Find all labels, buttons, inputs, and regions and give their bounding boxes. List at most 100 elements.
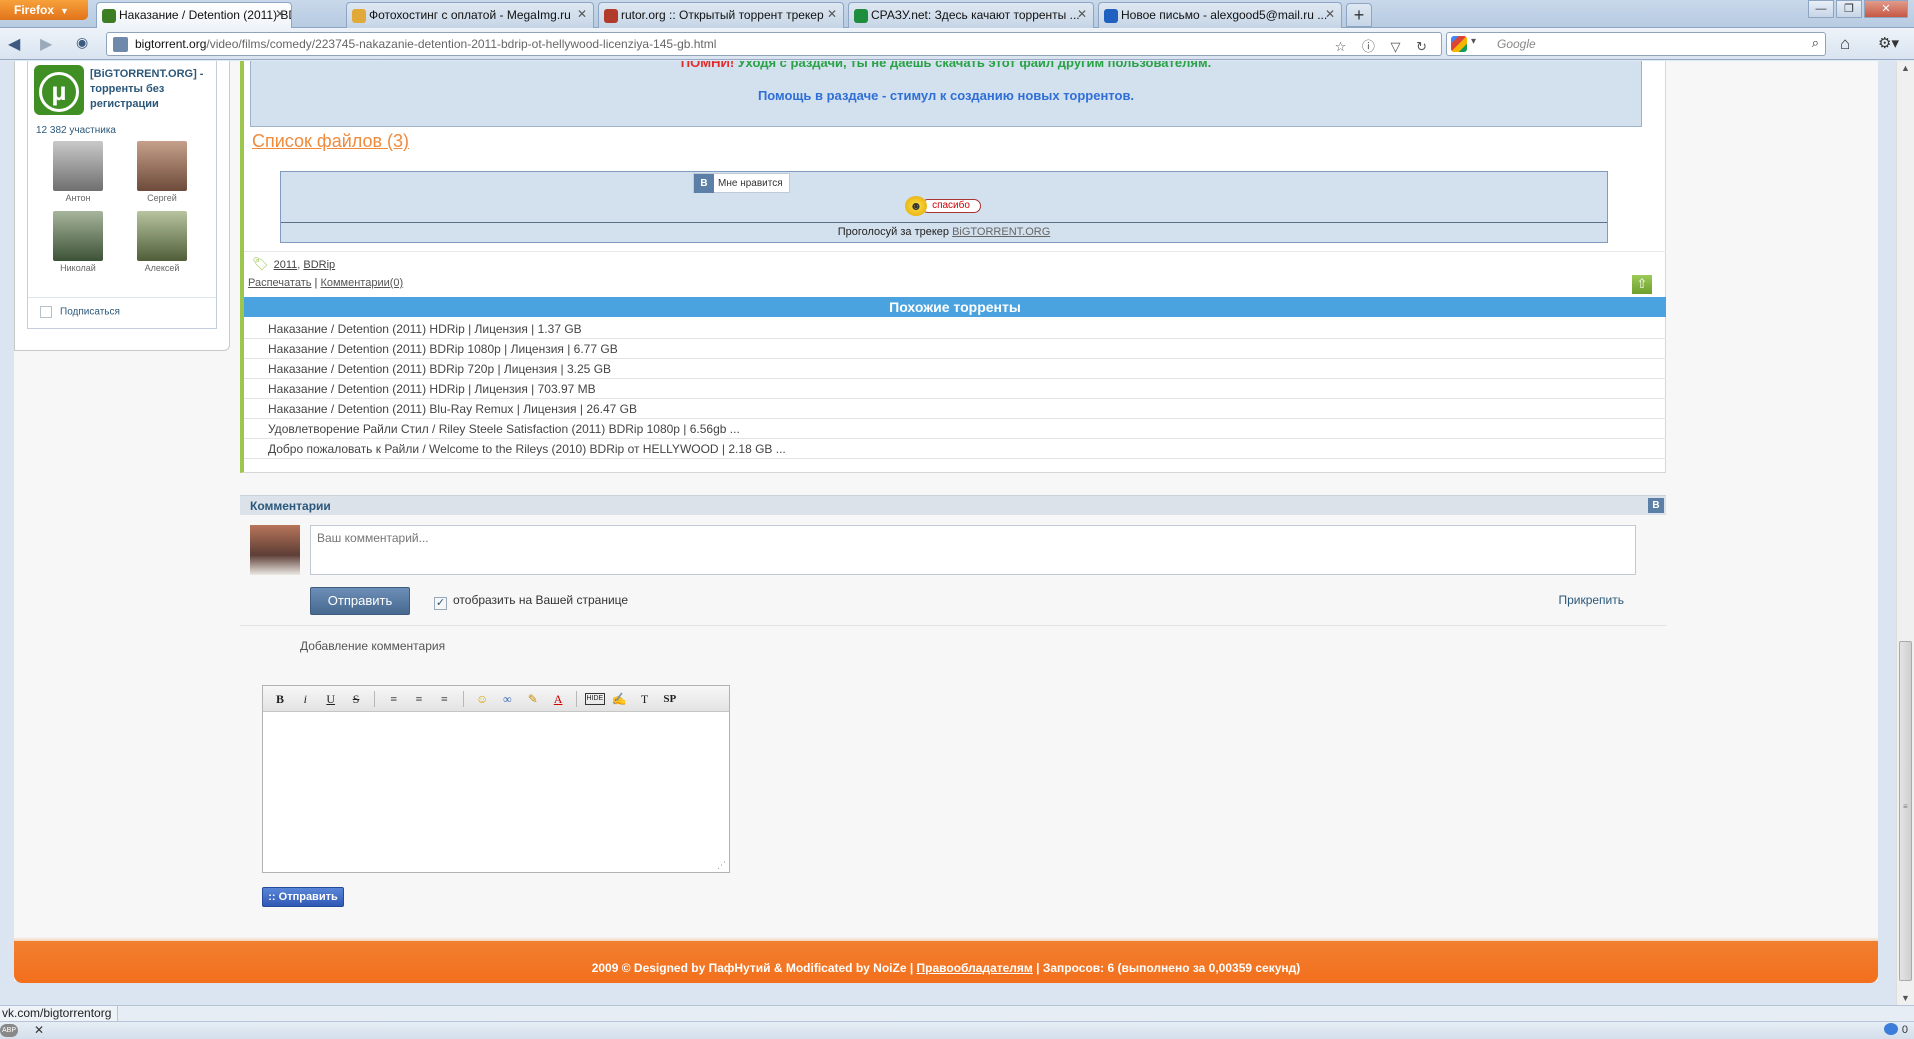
underline-icon[interactable]: U [320,690,342,708]
forward-icon[interactable]: ▶ [40,34,52,54]
new-tab-button[interactable]: + [1346,3,1372,27]
strikethrough-icon[interactable]: S [345,690,367,708]
add-comment-title: Добавление комментария [300,639,446,653]
close-icon[interactable]: ✕ [275,7,285,21]
scrollbar-thumb[interactable]: ≡ [1899,641,1912,981]
scroll-up-icon[interactable]: ⇧ [1632,275,1652,294]
divider [462,691,464,707]
align-right-icon[interactable]: ≡ [433,690,455,708]
link-icon[interactable]: ∞ [496,690,518,708]
subscribe-checkbox[interactable]: Подписаться [28,297,216,318]
window-close-button[interactable]: ✕ [1864,0,1908,18]
url-bar-icons[interactable]: ☆ ⓘ ▽ ↻ [1335,36,1433,55]
chevron-down-icon: ▼ [60,6,69,16]
url-host: bigtorrent.org [135,37,207,51]
tag-link[interactable]: BDRip [303,259,335,271]
search-placeholder: Google [1497,37,1536,51]
address-bar[interactable]: bigtorrent.org/video/films/comedy/223745… [106,32,1442,56]
close-icon[interactable]: ✕ [34,1023,44,1037]
firefox-menu-button[interactable]: Firefox ▼ [0,0,88,20]
url-path: /video/films/comedy/223745-nakazanie-det… [206,37,717,51]
tab-rutor[interactable]: rutor.org :: Открытый торрент трекер ✕ [598,2,844,28]
checkmark-icon[interactable]: ✓ [434,597,447,610]
checkbox-icon[interactable] [40,306,52,318]
vk-like-label: Мне нравится [718,178,783,189]
tab-label: Наказание / Detention (2011) BDRip ... [119,8,291,22]
list-item[interactable]: Наказание / Detention (2011) HDRip | Лиц… [244,379,1666,399]
vk-group-title[interactable]: [BiGTORRENT.ORG] - торренты без регистра… [90,67,210,112]
chevron-down-icon[interactable]: ▾ [1471,36,1476,47]
vk-icon[interactable]: В [1648,498,1664,513]
text-icon[interactable]: T [634,690,656,708]
close-icon[interactable]: ✕ [1325,7,1335,21]
comments-link[interactable]: Комментарии(0) [320,277,403,289]
search-icon[interactable]: ⌕ [1812,35,1819,51]
image-icon[interactable]: ✍ [608,690,630,708]
thanks-button[interactable]: спасибо ☻ [905,196,981,216]
tag-link[interactable]: 2011 [274,259,298,271]
editor-textarea[interactable] [263,712,729,872]
list-item[interactable]: Наказание / Detention (2011) HDRip | Лиц… [244,319,1666,339]
tab-mail[interactable]: Новое письмо - alexgood5@mail.ru ... ✕ [1098,2,1342,28]
align-center-icon[interactable]: ≡ [408,690,430,708]
member-avatar[interactable]: Алексей [132,211,192,273]
bold-icon[interactable]: B [269,690,291,708]
attach-link[interactable]: Прикрепить [1558,593,1624,607]
vk-like-button[interactable]: В Мне нравится [693,173,790,193]
favicon-icon [352,9,366,23]
editor-send-button[interactable]: :: Отправить [262,887,344,907]
site-identity-icon[interactable] [113,37,128,52]
scroll-up-arrow-icon[interactable]: ▲ [1901,63,1910,73]
torrent-content: ПОМНИ! Уходя с раздачи, ты не даешь скач… [240,61,1666,473]
file-list-link[interactable]: Список файлов (3) [252,131,409,152]
quote-icon[interactable]: ✎ [522,690,544,708]
vote-link[interactable]: BiGTORRENT.ORG [952,226,1050,238]
smiley-icon[interactable]: ☺ [471,690,493,708]
message-counter[interactable]: 0 [1883,1023,1908,1036]
close-icon[interactable]: ✕ [1077,7,1087,21]
copyright-link[interactable]: Правообладателям [917,961,1033,975]
italic-icon[interactable]: i [294,690,316,708]
member-avatar[interactable]: Сергей [132,141,192,203]
tab-label: СРАЗУ.net: Здесь качают торренты ... [871,8,1080,22]
list-item[interactable]: Наказание / Detention (2011) BDRip 1080p… [244,339,1666,359]
home-icon[interactable]: ⌂ [1840,34,1850,54]
spoiler-icon[interactable]: SP [659,690,681,708]
list-item[interactable]: Наказание / Detention (2011) BDRip 720p … [244,359,1666,379]
scroll-down-arrow-icon[interactable]: ▼ [1901,993,1910,1003]
print-link[interactable]: Распечатать [248,277,311,289]
minimize-button[interactable]: — [1808,0,1834,18]
member-avatar[interactable]: Николай [48,211,108,273]
close-icon[interactable]: ✕ [577,7,587,21]
divider [374,691,376,707]
search-input[interactable]: ▾ Google ⌕ [1446,32,1826,56]
list-item[interactable]: Наказание / Detention (2011) Blu-Ray Rem… [244,399,1666,419]
vk-comments: Комментарии В Отправить ✓ отобразить на В… [240,495,1666,627]
hide-icon[interactable]: HIDE [584,693,605,705]
comment-input[interactable] [310,525,1636,575]
member-avatar[interactable]: Антон [48,141,108,203]
tab-bigtorrent[interactable]: Наказание / Detention (2011) BDRip ... ✕ [96,2,292,29]
list-item[interactable]: Добро пожаловать к Райли / Welcome to th… [244,439,1666,459]
google-icon[interactable] [1451,36,1467,52]
tab-strip: Firefox ▼ Наказание / Detention (2011) BD… [0,0,1914,29]
navigation-bar: ◀ ▶ ◉ bigtorrent.org/video/films/comedy/… [0,28,1914,60]
utorrent-logo-icon[interactable]: µ [34,65,84,115]
show-on-page-checkbox[interactable]: ✓ отобразить на Вашей странице [434,593,628,610]
close-icon[interactable]: ✕ [827,7,837,21]
adblock-icon[interactable]: ABP [0,1024,18,1037]
font-color-icon[interactable]: A [547,690,569,708]
resize-grip-icon[interactable]: ⋰ [717,860,726,871]
align-left-icon[interactable]: ≡ [383,690,405,708]
maximize-button[interactable]: ❐ [1836,0,1862,18]
tab-megaimg[interactable]: Фотохостинг с оплатой - MegaImg.ru ✕ [346,2,594,28]
tools-icon[interactable]: ⚙▾ [1878,34,1899,52]
history-icon[interactable]: ◉ [76,34,88,51]
vertical-scrollbar[interactable]: ▲ ≡ ▼ [1896,61,1914,1005]
send-comment-button[interactable]: Отправить [310,587,410,615]
back-icon[interactable]: ◀ [8,34,20,54]
list-item[interactable]: Удовлетворение Райли Стил / Riley Steele… [244,419,1666,439]
grip-icon: ≡ [1903,802,1908,811]
tab-srazu[interactable]: СРАЗУ.net: Здесь качают торренты ... ✕ [848,2,1094,28]
vk-members-count[interactable]: 12 382 участника [36,125,116,136]
